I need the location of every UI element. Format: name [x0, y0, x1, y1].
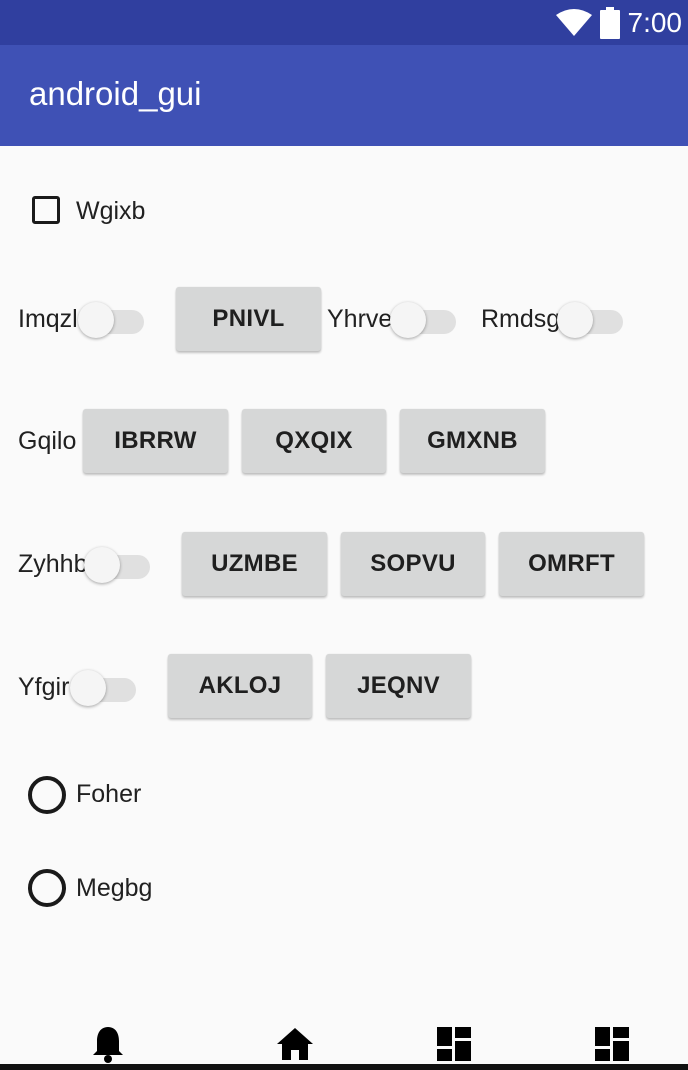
- status-icons: 7:00: [555, 0, 683, 45]
- nav-dashboard-1[interactable]: [434, 1024, 474, 1064]
- button-uzmbe[interactable]: UZMBE: [182, 532, 327, 596]
- dashboard-icon: [595, 1027, 629, 1061]
- switch-rmdsg-label: Rmdsg: [481, 305, 561, 333]
- switch-thumb: [390, 302, 426, 338]
- radio-foher[interactable]: [28, 776, 66, 814]
- switch-rmdsg[interactable]: [557, 298, 623, 338]
- switch-thumb: [557, 302, 593, 338]
- nav-notifications[interactable]: [88, 1024, 128, 1064]
- radio-megbg[interactable]: [28, 869, 66, 907]
- bottom-divider: [0, 1064, 688, 1070]
- nav-dashboard-2[interactable]: [592, 1024, 632, 1064]
- switch-yfgir-label: Yfgir: [18, 673, 70, 701]
- bell-icon: [93, 1027, 123, 1063]
- checkbox-wgixb-label[interactable]: Wgixb: [76, 196, 145, 226]
- switch-zyhhb[interactable]: [84, 543, 150, 583]
- button-qxqix[interactable]: QXQIX: [242, 409, 386, 473]
- app-title: android_gui: [29, 75, 202, 112]
- status-bar: 7:00: [0, 0, 688, 45]
- screen: 7:00 android_gui Wgixb Imqzl PNIVL Yhrve…: [0, 0, 688, 1070]
- row-gqilo-label: Gqilo: [18, 427, 77, 455]
- switch-yfgir[interactable]: [70, 666, 136, 706]
- switch-thumb: [70, 670, 106, 706]
- button-jeqnv[interactable]: JEQNV: [326, 654, 471, 718]
- switch-imqzl-label: Imqzl: [18, 305, 78, 333]
- switch-yhrve-label: Yhrve: [327, 305, 393, 333]
- switch-thumb: [78, 302, 114, 338]
- radio-megbg-label[interactable]: Megbg: [76, 873, 152, 903]
- button-ibrrw[interactable]: IBRRW: [83, 409, 228, 473]
- radio-foher-label[interactable]: Foher: [76, 779, 141, 809]
- bottom-navigation: [0, 1018, 688, 1070]
- battery-icon: [599, 6, 620, 39]
- switch-zyhhb-label: Zyhhb: [18, 550, 88, 578]
- switch-yhrve[interactable]: [390, 298, 456, 338]
- checkbox-wgixb[interactable]: [32, 196, 60, 224]
- button-sopvu[interactable]: SOPVU: [341, 532, 485, 596]
- switch-thumb: [84, 547, 120, 583]
- switch-imqzl[interactable]: [78, 298, 144, 338]
- button-pnivl[interactable]: PNIVL: [176, 287, 321, 351]
- button-gmxnb[interactable]: GMXNB: [400, 409, 545, 473]
- button-akloj[interactable]: AKLOJ: [168, 654, 312, 718]
- dashboard-icon: [437, 1027, 471, 1061]
- nav-home[interactable]: [275, 1024, 315, 1064]
- wifi-icon: [555, 8, 592, 36]
- app-bar: android_gui: [0, 45, 688, 146]
- status-time: 7:00: [627, 6, 683, 38]
- home-icon: [277, 1028, 313, 1060]
- button-omrft[interactable]: OMRFT: [499, 532, 644, 596]
